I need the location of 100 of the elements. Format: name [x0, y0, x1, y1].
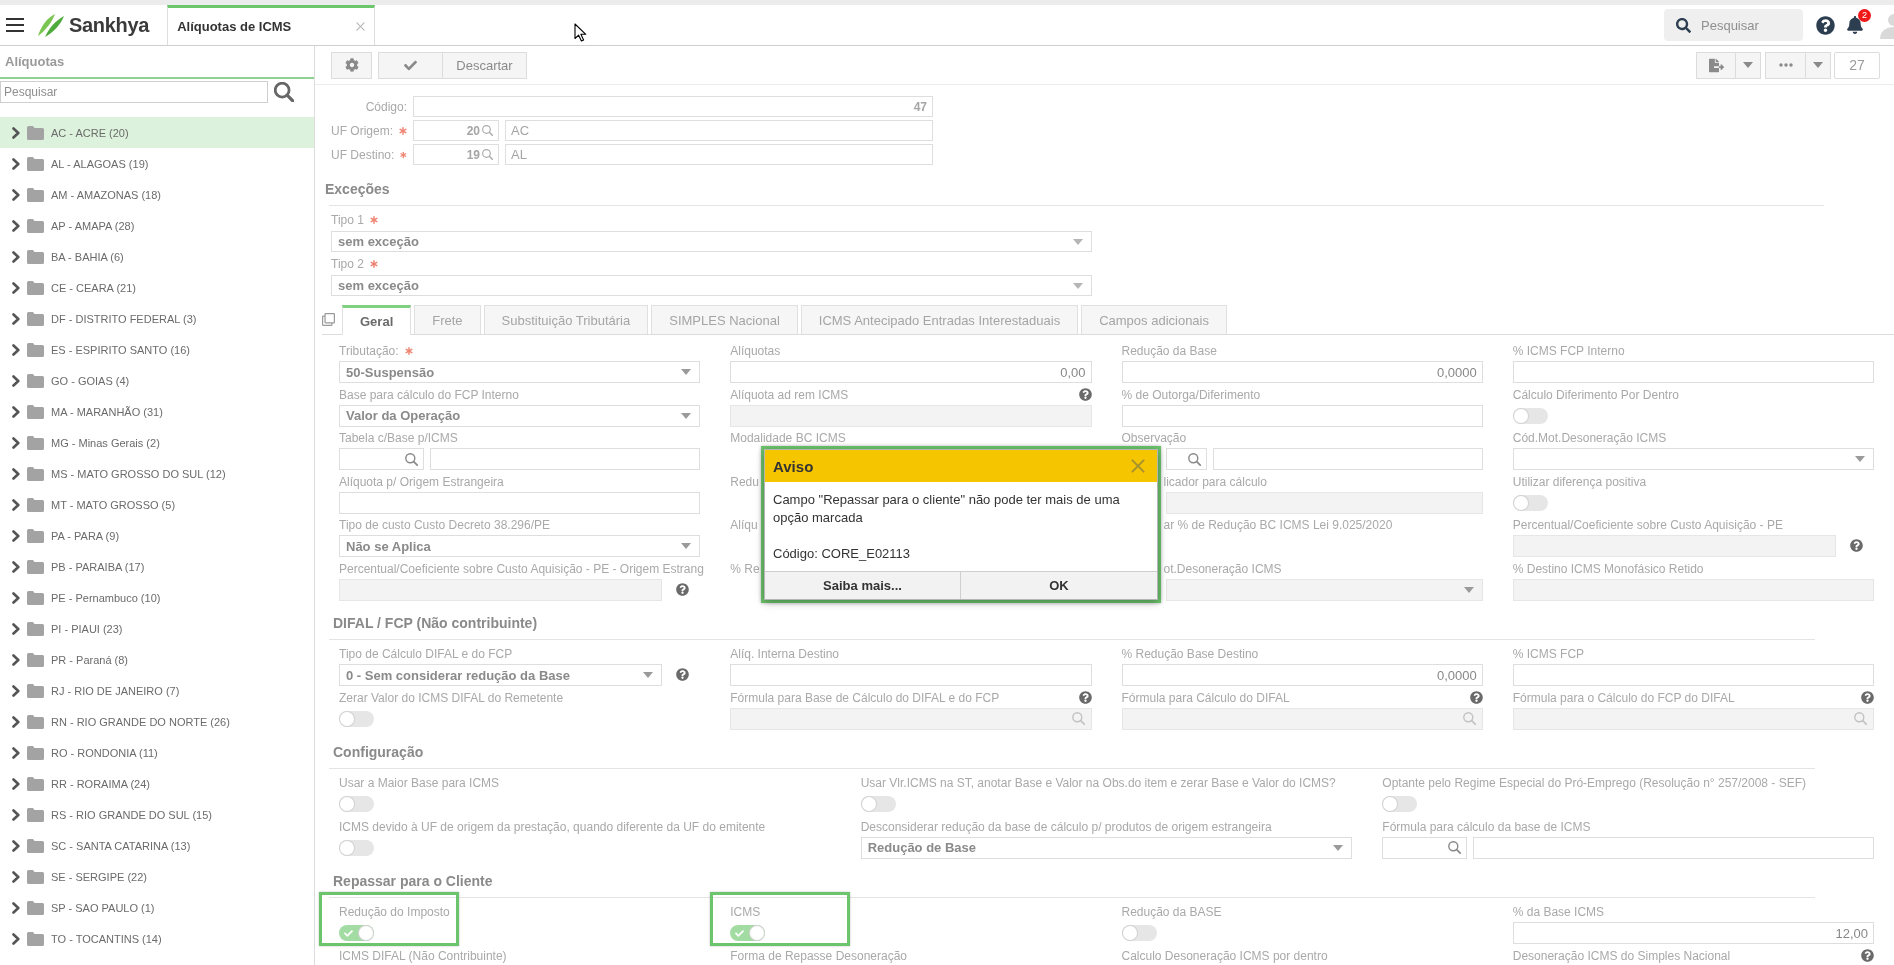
confirm-button[interactable]: [378, 51, 443, 79]
chevron-right-icon[interactable]: [12, 870, 20, 883]
tree-item[interactable]: PA - PARA (9): [0, 520, 314, 551]
toggle-switch[interactable]: [1121, 925, 1157, 941]
input-field[interactable]: [1212, 448, 1483, 470]
chevron-right-icon[interactable]: [12, 901, 20, 914]
chevron-right-icon[interactable]: [12, 188, 20, 201]
tree-item[interactable]: RJ - RIO DE JANEIRO (7): [0, 675, 314, 706]
tree-item[interactable]: PI - PIAUI (23): [0, 613, 314, 644]
tree-item[interactable]: MT - MATO GROSSO (5): [0, 489, 314, 520]
bell-icon[interactable]: [1846, 16, 1864, 34]
tree-item[interactable]: PR - Paraná (8): [0, 644, 314, 675]
input-field[interactable]: 12,00: [1512, 922, 1874, 944]
toggle-switch[interactable]: [1512, 407, 1548, 424]
chevron-right-icon[interactable]: [12, 684, 20, 697]
tree-item[interactable]: RS - RIO GRANDE DO SUL (15): [0, 799, 314, 830]
chevron-right-icon[interactable]: [12, 405, 20, 418]
tree-item[interactable]: GO - GOIAS (4): [0, 365, 314, 396]
tree-item[interactable]: BA - BAHIA (6): [0, 241, 314, 272]
chevron-right-icon[interactable]: [12, 932, 20, 945]
toggle-switch[interactable]: [339, 796, 374, 812]
search-icon[interactable]: [405, 452, 418, 466]
tree-item[interactable]: AL - ALAGOAS (19): [0, 148, 314, 179]
help-icon[interactable]: [676, 668, 690, 681]
chevron-right-icon[interactable]: [12, 529, 20, 542]
discard-button[interactable]: Descartar: [442, 51, 527, 79]
copy-icon[interactable]: [322, 313, 335, 326]
toggle-switch[interactable]: [339, 925, 374, 941]
chevron-right-icon[interactable]: [12, 126, 20, 139]
chevron-right-icon[interactable]: [12, 343, 20, 356]
chevron-right-icon[interactable]: [12, 622, 20, 635]
input-field[interactable]: 0,00: [730, 361, 1092, 383]
tree-item[interactable]: MA - MARANHÃO (31): [0, 396, 314, 427]
tree-item[interactable]: CE - CEARA (21): [0, 272, 314, 303]
select-field[interactable]: sem exceção: [331, 275, 1092, 296]
toggle-switch[interactable]: [1512, 494, 1548, 511]
input-field[interactable]: 0,0000: [1121, 361, 1483, 383]
tree-item[interactable]: AP - AMAPA (28): [0, 210, 314, 241]
input-field[interactable]: [1473, 836, 1874, 859]
tree-item[interactable]: SE - SERGIPE (22): [0, 861, 314, 892]
select-field[interactable]: 0 - Sem considerar redução da Base: [339, 664, 663, 686]
tree-item[interactable]: MS - MATO GROSSO DO SUL (12): [0, 458, 314, 489]
chevron-right-icon[interactable]: [12, 219, 20, 232]
code-field[interactable]: [1382, 836, 1468, 859]
search-icon[interactable]: [1448, 841, 1462, 854]
search-field[interactable]: Pesquisar: [0, 81, 268, 103]
toggle-switch[interactable]: [860, 796, 896, 812]
code-field[interactable]: [1165, 448, 1207, 470]
tree-item[interactable]: SC - SANTA CATARINA (13): [0, 830, 314, 861]
input-field[interactable]: [430, 448, 701, 470]
chevron-right-icon[interactable]: [12, 312, 20, 325]
chevron-right-icon[interactable]: [12, 808, 20, 821]
chevron-right-icon[interactable]: [12, 653, 20, 666]
chevron-right-icon[interactable]: [12, 498, 20, 511]
help-icon[interactable]: [1861, 949, 1874, 962]
tab[interactable]: Geral: [342, 305, 412, 335]
search-icon[interactable]: [1187, 452, 1201, 466]
tree-item[interactable]: RR - RORAIMA (24): [0, 768, 314, 799]
dialog-button[interactable]: Saiba mais...: [765, 572, 961, 599]
chevron-right-icon[interactable]: [12, 715, 20, 728]
chevron-right-icon[interactable]: [12, 281, 20, 294]
chevron-right-icon[interactable]: [12, 591, 20, 604]
search-field[interactable]: Pesquisar: [1664, 9, 1803, 41]
chevron-right-icon[interactable]: [12, 777, 20, 790]
chevron-right-icon[interactable]: [12, 839, 20, 852]
close-icon[interactable]: [1131, 459, 1145, 473]
export-button[interactable]: [1696, 51, 1736, 79]
tree-item[interactable]: RO - RONDONIA (11): [0, 737, 314, 768]
chevron-right-icon[interactable]: [12, 746, 20, 759]
select-field[interactable]: 50-Suspensão: [339, 361, 701, 383]
dialog-button[interactable]: OK: [961, 572, 1157, 599]
help-icon[interactable]: [1816, 15, 1835, 35]
dropdown-button[interactable]: [1805, 51, 1831, 79]
search-icon[interactable]: [274, 82, 294, 102]
tree-item[interactable]: MG - Minas Gerais (2): [0, 427, 314, 458]
toggle-switch[interactable]: [339, 710, 374, 727]
document-tab[interactable]: Alíquotas de ICMS: [167, 5, 376, 45]
input-field[interactable]: [1512, 664, 1874, 686]
tree-item[interactable]: SP - SAO PAULO (1): [0, 892, 314, 923]
tree-item[interactable]: DF - DISTRITO FEDERAL (3): [0, 303, 314, 334]
tree-item[interactable]: PE - Pernambuco (10): [0, 582, 314, 613]
chevron-right-icon[interactable]: [12, 374, 20, 387]
select-field[interactable]: [1512, 448, 1874, 470]
input-field[interactable]: [730, 664, 1092, 686]
input-field[interactable]: [339, 491, 701, 514]
select-field[interactable]: Não se Aplica: [339, 535, 701, 557]
menu-icon[interactable]: [6, 18, 24, 32]
chevron-right-icon[interactable]: [12, 250, 20, 263]
input-field[interactable]: 0,0000: [1121, 664, 1483, 686]
chevron-right-icon[interactable]: [12, 467, 20, 480]
tree-item[interactable]: AM - AMAZONAS (18): [0, 179, 314, 210]
select-field[interactable]: sem exceção: [331, 231, 1092, 252]
select-field[interactable]: Valor da Operação: [339, 404, 701, 427]
select-field[interactable]: Redução de Base: [860, 836, 1353, 859]
tree-item[interactable]: PB - PARAIBA (17): [0, 551, 314, 582]
code-field[interactable]: [339, 448, 424, 470]
close-icon[interactable]: [356, 22, 366, 31]
tree-item[interactable]: RN - RIO GRANDE DO NORTE (26): [0, 706, 314, 737]
toggle-switch[interactable]: [339, 839, 374, 856]
chevron-right-icon[interactable]: [12, 560, 20, 573]
